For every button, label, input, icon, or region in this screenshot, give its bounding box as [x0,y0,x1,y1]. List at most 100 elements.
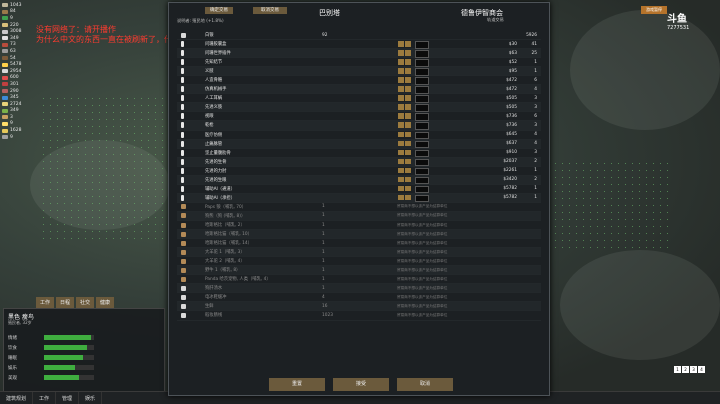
arrow-button[interactable] [405,158,411,165]
taskbar-button[interactable]: 建筑规划 [0,392,34,404]
qty-input[interactable] [415,194,429,203]
arrow-button[interactable] [405,194,411,201]
trade-row[interactable]: 狗肝汤水 1 贸易商不想以该产品为结算单位 [177,284,541,294]
resource-row[interactable]: 9 [2,121,40,128]
arrow-button[interactable] [398,86,404,92]
trade-row[interactable]: 哈斯格比（哺乳, 2） 1 贸易商不想以该产品为结算单位 [177,221,541,231]
trade-row[interactable]: 野牛 1（哺乳, 8） 1 贸易商不想以该产品为结算单位 [177,266,541,276]
resource-row[interactable]: 9 [2,15,40,22]
arrow-button[interactable] [405,131,411,138]
taskbar-button[interactable]: 娱乐 [79,392,103,404]
trade-dialog[interactable]: 确定交易 取消交易 巴别塔 德鲁伊智商会 轨道交易 说明者: 殖民地 (+1.8… [168,2,550,396]
resource-row[interactable]: 9 [2,134,40,141]
taskbar-button[interactable]: 工作 [33,392,57,404]
trade-qty-control[interactable] [398,95,429,103]
cancel-trade-tab[interactable]: 取消交易 [253,7,287,14]
trade-qty-control[interactable] [398,167,429,176]
resource-row[interactable]: 600 [2,75,40,82]
trade-row[interactable]: 人工耳蜗 $505 3 [177,94,541,104]
qty-input[interactable] [415,131,429,140]
arrow-button[interactable] [398,167,404,174]
arrow-button[interactable] [405,185,411,192]
trade-row[interactable]: 先知结节 $52 1 [177,58,541,68]
arrow-button[interactable] [405,68,411,74]
trade-row[interactable]: 先进义肢 $505 3 [177,103,541,113]
trade-qty-control[interactable] [398,122,429,130]
arrow-button[interactable] [398,77,404,83]
trade-qty-control[interactable] [398,50,429,58]
qty-input[interactable] [415,167,429,176]
trade-qty-control[interactable] [398,176,429,185]
arrow-button[interactable] [398,122,404,128]
trade-row[interactable]: 人造骨骼 $472 6 [177,76,541,86]
trade-qty-control[interactable] [398,68,429,76]
trade-row[interactable]: 先进的生眼 $3420 2 [177,175,541,185]
resource-row[interactable]: 1043 [2,2,40,9]
colonist-tab[interactable]: 工作 [36,297,55,308]
resource-row[interactable]: 2724 [2,101,40,108]
trade-row[interactable]: 义肢 $95 1 [177,67,541,77]
speed-button[interactable]: 3 [690,366,697,373]
qty-input[interactable] [415,59,429,67]
arrow-button[interactable] [405,113,411,119]
trade-row[interactable]: 电冰鞋缓冲 4 贸易商不想以该产品为结算单位 [177,293,541,303]
trade-qty-control[interactable] [398,113,429,121]
trade-row[interactable]: 问珊世界插件 $63 25 [177,49,541,59]
qty-input[interactable] [415,95,429,103]
trade-qty-control[interactable] [398,41,429,49]
resource-row[interactable]: 63 [2,48,40,55]
resource-row[interactable]: 301 [2,81,40,88]
trade-row[interactable]: 辅助AI（通道） $5782 1 [177,185,541,194]
arrow-button[interactable] [405,86,411,92]
trade-row[interactable]: 问珊胶囊盒 $30 41 [177,40,541,50]
trade-row[interactable]: 生鲜 16 贸易商不想以该产品为结算单位 [177,302,541,312]
arrow-button[interactable] [398,131,404,138]
arrow-button[interactable] [398,59,404,65]
arrow-button[interactable] [398,194,404,201]
trade-row[interactable]: Panda 哈茨宠物, 人类（哺乳, 4） 1 贸易商不想以该产品为结算单位 [177,275,541,285]
trade-row[interactable]: 医疗仿佣 $645 4 [177,131,541,140]
resource-row[interactable]: 73 [2,42,40,49]
trade-row[interactable]: 乾枪 $736 3 [177,121,541,131]
qty-input[interactable] [415,149,429,158]
qty-input[interactable] [415,176,429,185]
trade-row[interactable]: 仿真机械手 $472 4 [177,85,541,95]
qty-input[interactable] [415,113,429,121]
resource-row[interactable]: 84 [2,9,40,16]
qty-input[interactable] [415,140,429,149]
taskbar-button[interactable]: 管理 [56,392,80,404]
speed-button[interactable]: 1 [674,366,681,373]
resource-row[interactable]: 220 [2,22,40,29]
trade-row[interactable]: 大羊驼 2（哺乳, 4） 1 贸易商不想以该产品为结算单位 [177,257,541,267]
pause-button[interactable]: 游戏暂停 [641,6,667,14]
qty-input[interactable] [415,77,429,85]
qty-input[interactable] [415,158,429,167]
arrow-button[interactable] [405,167,411,174]
resource-row[interactable]: 54 [2,55,40,62]
arrow-button[interactable] [405,50,411,56]
trade-qty-control[interactable] [398,194,429,203]
arrow-button[interactable] [398,176,404,183]
speed-button[interactable]: 4 [698,366,705,373]
colonist-tab[interactable]: 健康 [96,297,115,308]
trade-qty-control[interactable] [398,158,429,167]
trade-qty-control[interactable] [398,131,429,140]
arrow-button[interactable] [398,41,404,47]
arrow-button[interactable] [398,104,404,110]
trade-row[interactable]: 稻妆肠线 1023 贸易商不想以该产品为结算单位 [177,311,541,321]
qty-input[interactable] [415,185,429,194]
arrow-button[interactable] [405,176,411,183]
trade-row[interactable]: Paps 狼（哺乳, 70） 1 贸易商不想以该产品为结算单位 [177,203,541,212]
trade-qty-control[interactable] [398,185,429,194]
qty-input[interactable] [415,86,429,94]
colonist-panel[interactable]: 黑色 瘦鸟 殖民者, 32岁 情绪 饮食 睡眠 娱乐 美观 [3,308,165,392]
trade-qty-control[interactable] [398,86,429,94]
confirm-trade-tab[interactable]: 确定交易 [205,7,233,14]
trade-row[interactable]: 先进的力肘 $2261 1 [177,167,541,176]
qty-input[interactable] [415,41,429,49]
colonist-tab[interactable]: 日程 [56,297,75,308]
trade-qty-control[interactable] [398,140,429,149]
arrow-button[interactable] [405,77,411,83]
arrow-button[interactable] [398,50,404,56]
arrow-button[interactable] [405,104,411,110]
